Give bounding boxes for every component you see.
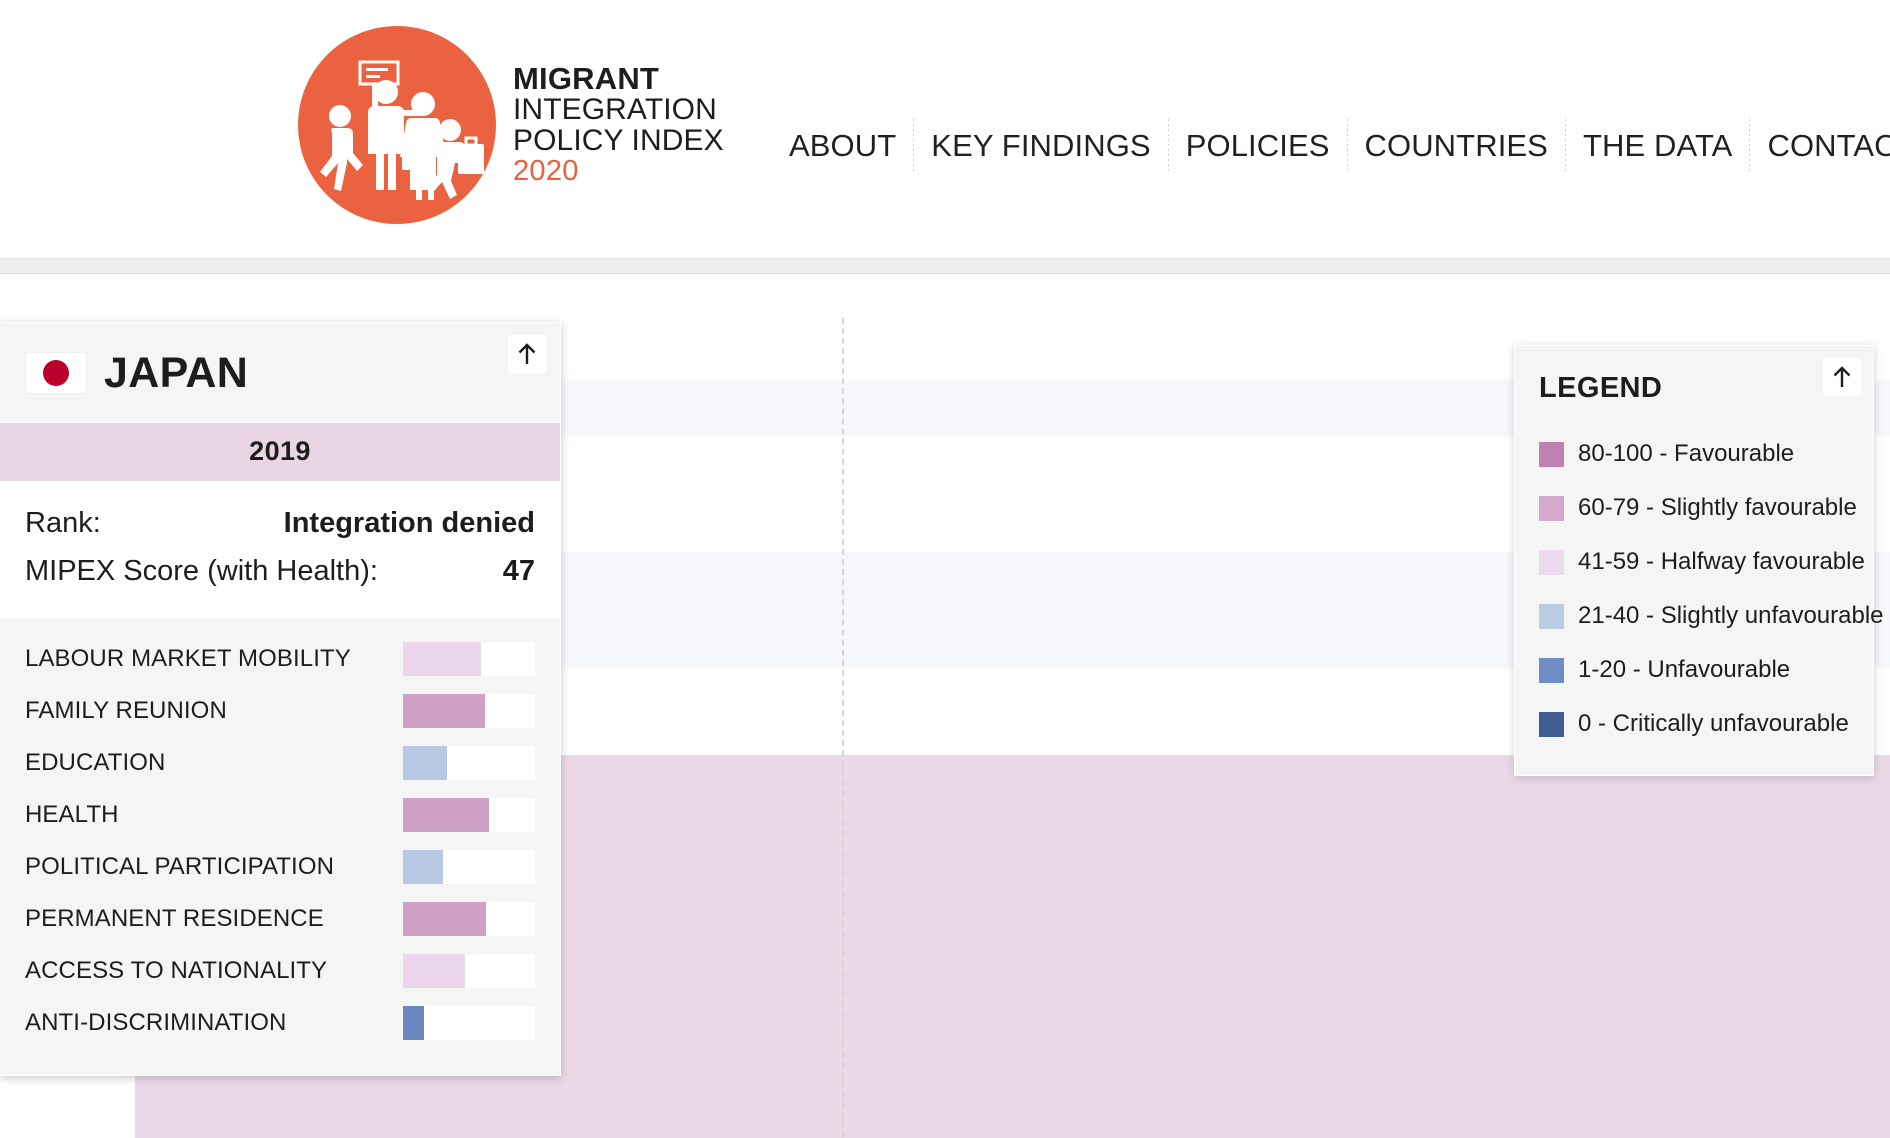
list-item[interactable]: POLITICAL PARTICIPATION — [25, 841, 535, 893]
score-value: 47 — [503, 555, 535, 588]
indicator-bar-fill — [403, 850, 443, 884]
legend-label: 80-100 - Favourable — [1578, 440, 1794, 468]
legend-swatch — [1539, 496, 1564, 521]
indicator-bar-fill — [403, 954, 465, 988]
legend-swatch — [1539, 550, 1564, 575]
country-name: JAPAN — [104, 352, 248, 395]
legend-swatch — [1539, 712, 1564, 737]
legend-item[interactable]: 41-59 - Halfway favourable — [1539, 535, 1849, 589]
indicator-bar-track — [403, 746, 535, 780]
legend-swatch — [1539, 604, 1564, 629]
indicator-bar-fill — [403, 798, 489, 832]
stat-row-score: MIPEX Score (with Health): 47 — [25, 549, 535, 597]
stat-row-rank: Rank: Integration denied — [25, 501, 535, 549]
legend-item[interactable]: 60-79 - Slightly favourable — [1539, 481, 1849, 535]
site-header: MIGRANT INTEGRATION POLICY INDEX 2020 AB… — [0, 0, 1890, 258]
indicator-bar-fill — [403, 694, 485, 728]
logo-line-3: POLICY INDEX — [513, 126, 724, 157]
country-stats: Rank: Integration denied MIPEX Score (wi… — [0, 481, 560, 619]
header-divider — [0, 258, 1890, 274]
legend-item[interactable]: 1-20 - Unfavourable — [1539, 643, 1849, 697]
legend-panel: LEGEND 80-100 - Favourable 60-79 - Sligh… — [1514, 345, 1874, 776]
nav-the-data[interactable]: THE DATA — [1566, 122, 1750, 170]
indicator-bar-track — [403, 1006, 535, 1040]
year-badge: 2019 — [0, 423, 560, 481]
legend-item[interactable]: 0 - Critically unfavourable — [1539, 697, 1849, 751]
score-label: MIPEX Score (with Health): — [25, 555, 378, 588]
rank-value: Integration denied — [284, 507, 535, 540]
nav-about[interactable]: ABOUT — [772, 122, 913, 170]
nav-key-findings[interactable]: KEY FINDINGS — [914, 122, 1167, 170]
list-item[interactable]: HEALTH — [25, 789, 535, 841]
country-info-card: JAPAN 2019 Rank: Integration denied MIPE… — [0, 322, 561, 1076]
indicator-bar-track — [403, 694, 535, 728]
indicator-bar-track — [403, 850, 535, 884]
indicator-label: LABOUR MARKET MOBILITY — [25, 645, 403, 673]
y-axis-label-100: 100 — [6, 275, 86, 278]
indicator-bar-fill — [403, 746, 447, 780]
list-item[interactable]: ACCESS TO NATIONALITY — [25, 945, 535, 997]
japan-flag-icon — [25, 352, 87, 394]
legend-label: 1-20 - Unfavourable — [1578, 656, 1790, 684]
indicator-bar-fill — [403, 902, 486, 936]
rank-label: Rank: — [25, 507, 101, 540]
indicator-label: ACCESS TO NATIONALITY — [25, 957, 403, 985]
legend-label: 41-59 - Halfway favourable — [1578, 548, 1865, 576]
legend-swatch — [1539, 442, 1564, 467]
list-item[interactable]: LABOUR MARKET MOBILITY — [25, 633, 535, 685]
logo-line-4-year: 2020 — [513, 157, 724, 187]
list-item[interactable]: FAMILY REUNION — [25, 685, 535, 737]
indicator-label: HEALTH — [25, 801, 403, 829]
indicator-label: EDUCATION — [25, 749, 403, 777]
indicator-bar-track — [403, 902, 535, 936]
legend-label: 21-40 - Slightly unfavourable — [1578, 602, 1884, 630]
indicator-bar-fill — [403, 642, 481, 676]
legend-item[interactable]: 21-40 - Slightly unfavourable — [1539, 589, 1849, 643]
list-item[interactable]: ANTI-DISCRIMINATION — [25, 997, 535, 1049]
nav-contact[interactable]: CONTACT — [1750, 122, 1890, 170]
legend-label: 60-79 - Slightly favourable — [1578, 494, 1857, 522]
nav-policies[interactable]: POLICIES — [1169, 122, 1347, 170]
indicator-bar-track — [403, 954, 535, 988]
country-card-header: JAPAN — [0, 323, 560, 423]
nav-countries[interactable]: COUNTRIES — [1348, 122, 1565, 170]
list-item[interactable]: PERMANENT RESIDENCE — [25, 893, 535, 945]
indicator-bar-track — [403, 798, 535, 832]
indicator-bar-track — [403, 642, 535, 676]
arrow-up-icon[interactable] — [508, 335, 546, 373]
legend-swatch — [1539, 658, 1564, 683]
indicator-label: FAMILY REUNION — [25, 697, 403, 725]
indicator-bar-fill — [403, 1006, 424, 1040]
site-logo[interactable]: MIGRANT INTEGRATION POLICY INDEX 2020 — [298, 26, 724, 224]
main-navigation: ABOUT KEY FINDINGS POLICIES COUNTRIES TH… — [772, 122, 1890, 170]
indicator-list: LABOUR MARKET MOBILITY FAMILY REUNION ED… — [0, 619, 560, 1075]
indicator-label: POLITICAL PARTICIPATION — [25, 853, 403, 881]
vertical-gridline — [842, 318, 844, 1138]
list-item[interactable]: EDUCATION — [25, 737, 535, 789]
logo-wordmark: MIGRANT INTEGRATION POLICY INDEX 2020 — [513, 63, 724, 186]
legend-item[interactable]: 80-100 - Favourable — [1539, 427, 1849, 481]
legend-label: 0 - Critically unfavourable — [1578, 710, 1849, 738]
indicator-label: PERMANENT RESIDENCE — [25, 905, 403, 933]
legend-title: LEGEND — [1539, 372, 1849, 405]
arrow-up-icon[interactable] — [1823, 358, 1861, 396]
flag-sun-disc — [43, 360, 69, 386]
logo-line-1: MIGRANT — [513, 63, 724, 95]
logo-line-2: INTEGRATION — [513, 95, 724, 126]
indicator-label: ANTI-DISCRIMINATION — [25, 1009, 403, 1037]
migrant-family-icon — [298, 26, 496, 224]
